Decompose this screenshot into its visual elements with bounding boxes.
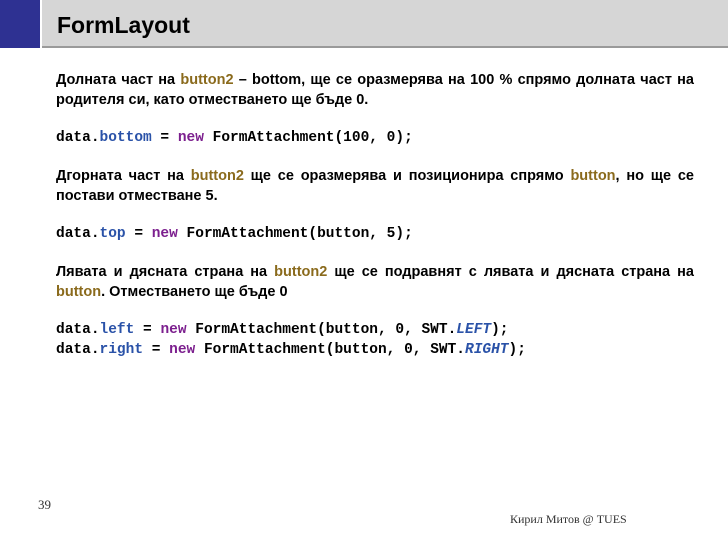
slide-number: 39	[38, 497, 51, 512]
code-field: top	[99, 226, 126, 242]
text: Лявата и дясната страна на	[56, 264, 275, 280]
code-object: data	[56, 322, 91, 338]
code-object: data	[56, 226, 91, 242]
code-line-bottom: data.bottom = new FormAttachment(100, 0)…	[56, 128, 694, 148]
code-line-right: data.right = new FormAttachment(button, …	[56, 340, 694, 360]
code-constant: LEFT	[456, 322, 492, 338]
paragraph-bottom: Долната част на button2 – bottom, ще се …	[56, 70, 694, 110]
title-bar: FormLayout	[0, 0, 728, 48]
code-expression: FormAttachment(button, 0, SWT.	[186, 322, 457, 338]
code-dot: .	[90, 322, 100, 338]
paragraph-left-right: Лявата и дясната страна на button2 ще се…	[56, 262, 694, 302]
highlight-button: button	[56, 284, 102, 300]
code-keyword: new	[177, 130, 204, 146]
code-field: bottom	[99, 130, 152, 146]
code-constant: RIGHT	[465, 342, 509, 358]
code-dot: .	[90, 342, 100, 358]
code-expression: FormAttachment(100, 0);	[203, 130, 413, 146]
text: . Отместването ще бъде 0	[101, 284, 288, 300]
code-keyword: new	[160, 322, 187, 338]
code-dot: .	[90, 226, 100, 242]
code-line-left: data.left = new FormAttachment(button, 0…	[56, 320, 694, 340]
code-expression: FormAttachment(button, 5);	[177, 226, 413, 242]
slide-title: FormLayout	[57, 12, 190, 38]
code-assign: =	[134, 322, 161, 338]
text: ще се подравнят с лявата и дясната стран…	[327, 264, 694, 280]
code-object: data	[56, 130, 91, 146]
code-field: right	[99, 342, 144, 358]
code-assign: =	[151, 130, 178, 146]
title-accent-divider	[40, 0, 42, 48]
highlight-button2: button2	[180, 72, 234, 88]
slide-content: Долната част на button2 – bottom, ще се …	[56, 70, 694, 360]
code-expression: FormAttachment(button, 0, SWT.	[195, 342, 465, 358]
footer-author: Кирил Митов @ TUES	[510, 512, 627, 526]
code-assign: =	[143, 342, 170, 358]
code-keyword: new	[151, 226, 178, 242]
highlight-button2: button2	[274, 264, 328, 280]
highlight-button2: button2	[190, 168, 244, 184]
title-accent-block	[0, 0, 40, 48]
code-end: );	[491, 322, 509, 338]
code-keyword: new	[169, 342, 196, 358]
title-underline	[42, 46, 728, 48]
code-end: );	[508, 342, 526, 358]
code-line-top: data.top = new FormAttachment(button, 5)…	[56, 224, 694, 244]
code-assign: =	[125, 226, 152, 242]
paragraph-top: Дгорната част на button2 ще се оразмеряв…	[56, 166, 694, 206]
text: Дгорната част на	[56, 168, 191, 184]
code-dot: .	[90, 130, 100, 146]
code-field: left	[99, 322, 135, 338]
highlight-button: button	[570, 168, 616, 184]
text: Долната част на	[56, 72, 181, 88]
code-object: data	[56, 342, 91, 358]
text: ще се оразмерява и позиционира спрямо	[243, 168, 571, 184]
